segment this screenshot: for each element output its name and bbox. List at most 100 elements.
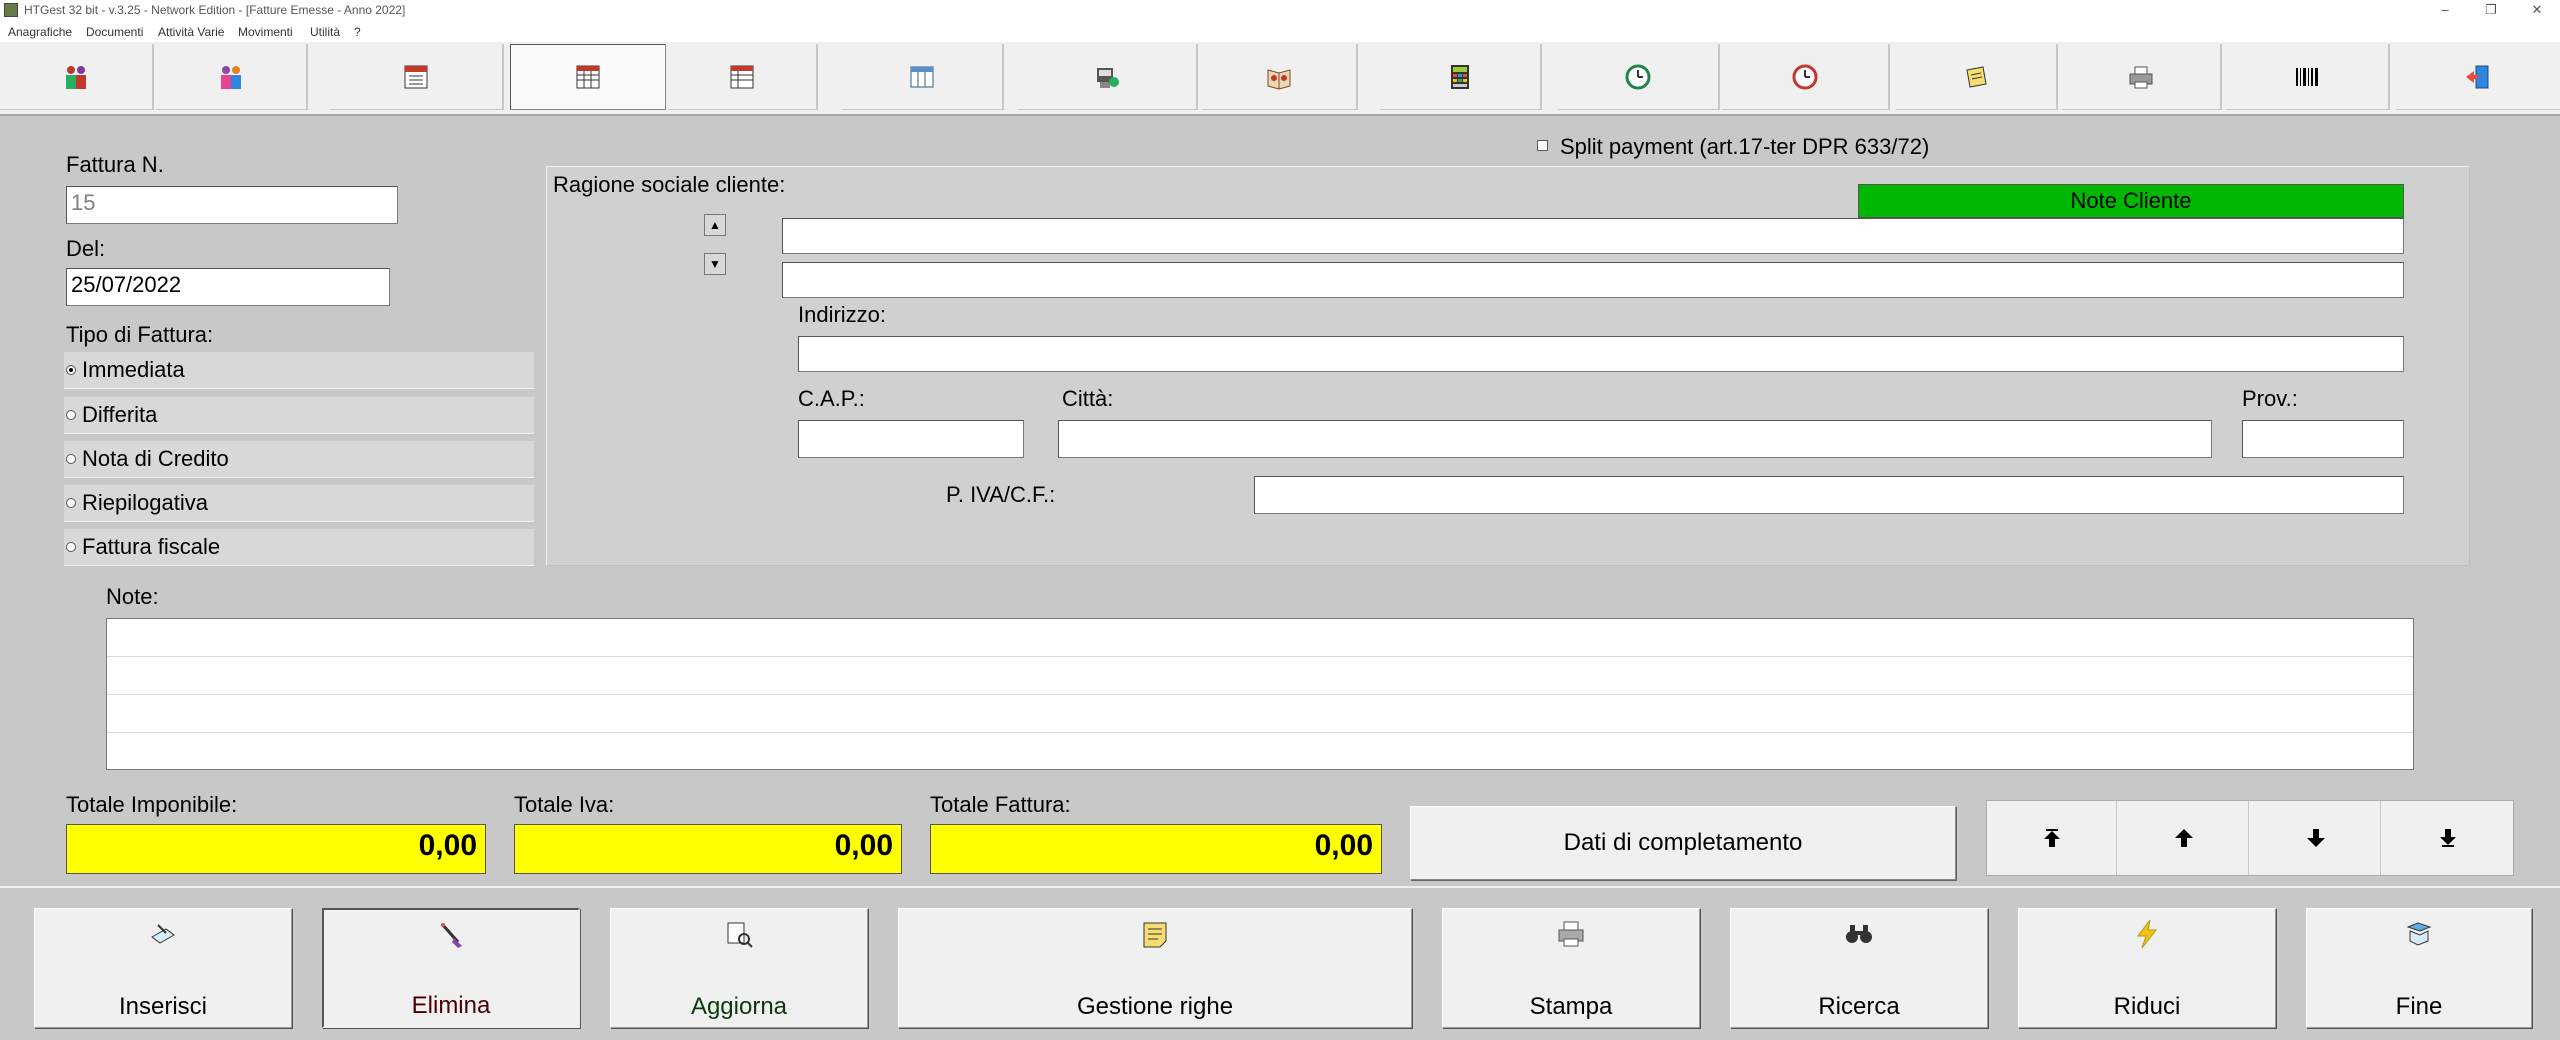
- manage-rows-button[interactable]: Gestione righe: [898, 908, 1412, 1028]
- invoice-number-field[interactable]: 15: [66, 186, 398, 224]
- invoice-form: Fattura N. 15 Del: 25/07/2022 Tipo di Fa…: [0, 114, 2560, 886]
- address-label: Indirizzo:: [798, 302, 887, 327]
- scroll-up-button[interactable]: ▲: [704, 214, 726, 236]
- total-imponibile-value: 0,00: [66, 824, 486, 874]
- exit-button[interactable]: Fine: [2306, 908, 2532, 1028]
- toolbar-suppliers-button[interactable]: [156, 44, 308, 110]
- radio-dot: [66, 542, 76, 552]
- toolbar-book-button[interactable]: [1202, 44, 1358, 110]
- manage-rows-button-label: Gestione righe: [1076, 993, 1234, 1020]
- menu-help[interactable]: ?: [354, 25, 361, 39]
- toolbar-table-button[interactable]: [842, 44, 1004, 110]
- city-field[interactable]: [1058, 420, 2212, 458]
- insert-button-label: Inserisci: [118, 993, 208, 1020]
- scroll-down-button[interactable]: ▼: [704, 253, 726, 275]
- radio-nota-di-credito[interactable]: Nota di Credito: [64, 441, 534, 478]
- book-icon: [1267, 68, 1291, 90]
- toolbar-printer-button[interactable]: [2062, 44, 2222, 110]
- toolbar-customers-button[interactable]: [0, 44, 154, 110]
- radio-fattura-fiscale[interactable]: Fattura fiscale: [64, 529, 534, 566]
- radio-label-differita: Differita: [82, 402, 158, 427]
- note-cliente-button[interactable]: Note Cliente: [1858, 184, 2404, 218]
- radio-immediata[interactable]: Immediata: [64, 352, 534, 389]
- date-field[interactable]: 25/07/2022: [66, 268, 390, 306]
- menu-movimenti[interactable]: Movimenti: [238, 25, 293, 39]
- toolbar-exit-button[interactable]: [2396, 44, 2560, 110]
- insert-button[interactable]: Inserisci: [34, 908, 292, 1028]
- toolbar-invoices-button[interactable]: [510, 44, 666, 110]
- client-name-field-1[interactable]: [782, 218, 2404, 254]
- city-label: Città:: [1062, 386, 1114, 411]
- toolbar-receipt-button[interactable]: [1018, 44, 1198, 110]
- triangle-up-icon: ▲: [709, 218, 721, 232]
- total-imponibile-label: Totale Imponibile:: [66, 792, 238, 817]
- toolbar-barcode-button[interactable]: [2226, 44, 2390, 110]
- invoice-grid-alt-icon: [730, 65, 754, 88]
- people-green-icon: [66, 65, 86, 89]
- toolbar-notepad-button[interactable]: [1896, 44, 2058, 110]
- minimize-button[interactable]: –: [2422, 0, 2468, 22]
- prov-label: Prov.:: [2242, 386, 2298, 411]
- clock-green-icon: [1625, 64, 1651, 89]
- date-label: Del:: [66, 236, 106, 261]
- previous-record-button[interactable]: [2119, 801, 2249, 875]
- people-pink-icon: [221, 65, 241, 89]
- last-record-button[interactable]: [2383, 801, 2513, 875]
- notepad-icon: [1966, 65, 1987, 88]
- radio-dot: [66, 410, 76, 420]
- insert-pen-icon: [151, 924, 175, 944]
- total-iva-value: 0,00: [514, 824, 902, 874]
- cap-label: C.A.P.:: [798, 386, 865, 411]
- calculator-icon: [1451, 64, 1469, 89]
- first-record-button[interactable]: [1987, 801, 2117, 875]
- notes-label: Note:: [106, 584, 159, 609]
- maximize-button[interactable]: ❐: [2468, 0, 2514, 22]
- split-payment-checkbox[interactable]: [1537, 140, 1548, 151]
- menu-documenti[interactable]: Documenti: [86, 25, 143, 39]
- toolbar-calculator-button[interactable]: [1380, 44, 1542, 110]
- notes-textarea[interactable]: [106, 618, 2414, 770]
- radio-dot-selected: [66, 365, 76, 375]
- total-fattura-label: Totale Fattura:: [930, 792, 1071, 817]
- invoice-type-label: Tipo di Fattura:: [66, 322, 214, 347]
- split-payment-label: Split payment (art.17-ter DPR 633/72): [1560, 134, 1930, 159]
- invoice-number-label: Fattura N.: [66, 152, 164, 177]
- printer-icon: [2129, 66, 2153, 88]
- notes-line: [107, 694, 2413, 695]
- search-button[interactable]: Ricerca: [1730, 908, 1988, 1028]
- toolbar-clock-green-button[interactable]: [1558, 44, 1720, 110]
- client-name-field-2[interactable]: [782, 262, 2404, 298]
- menu-bar: Anagrafiche Documenti Attività Varie Mov…: [0, 22, 2560, 42]
- piva-field[interactable]: [1254, 476, 2404, 514]
- close-button[interactable]: ✕: [2514, 0, 2560, 22]
- menu-utilita[interactable]: Utilità: [310, 25, 340, 39]
- notes-line: [107, 656, 2413, 657]
- radio-label-nota-di-credito: Nota di Credito: [82, 446, 229, 471]
- toolbar-calendar-button[interactable]: [330, 44, 504, 110]
- radio-riepilogativa[interactable]: Riepilogativa: [64, 485, 534, 522]
- radio-differita[interactable]: Differita: [64, 397, 534, 434]
- completion-data-button[interactable]: Dati di completamento: [1410, 806, 1956, 880]
- delete-button[interactable]: Elimina: [322, 908, 580, 1028]
- update-button[interactable]: Aggiorna: [610, 908, 868, 1028]
- address-field[interactable]: [798, 336, 2404, 372]
- binoculars-icon: [1846, 925, 1872, 943]
- print-button-label: Stampa: [1529, 993, 1613, 1020]
- cap-field[interactable]: [798, 420, 1024, 458]
- next-record-button[interactable]: [2251, 801, 2381, 875]
- toolbar-clock-red-button[interactable]: [1722, 44, 1890, 110]
- invoice-grid-icon: [576, 65, 600, 89]
- print-button[interactable]: Stampa: [1442, 908, 1700, 1028]
- delete-brush-icon: [440, 923, 462, 948]
- radio-dot: [66, 454, 76, 464]
- reduce-button[interactable]: Riduci: [2018, 908, 2276, 1028]
- exit-icon: [2406, 922, 2432, 946]
- toolbar-invoices-alt-button[interactable]: [668, 44, 818, 110]
- update-button-label: Aggiorna: [690, 993, 788, 1020]
- menu-anagrafiche[interactable]: Anagrafiche: [8, 25, 72, 39]
- menu-attivita-varie[interactable]: Attività Varie: [158, 25, 224, 39]
- action-bar: Inserisci Elimina Aggiorna Gestione righ…: [0, 886, 2560, 1040]
- prov-field[interactable]: [2242, 420, 2404, 458]
- clock-red-icon: [1792, 64, 1818, 89]
- delete-button-label: Elimina: [411, 992, 491, 1019]
